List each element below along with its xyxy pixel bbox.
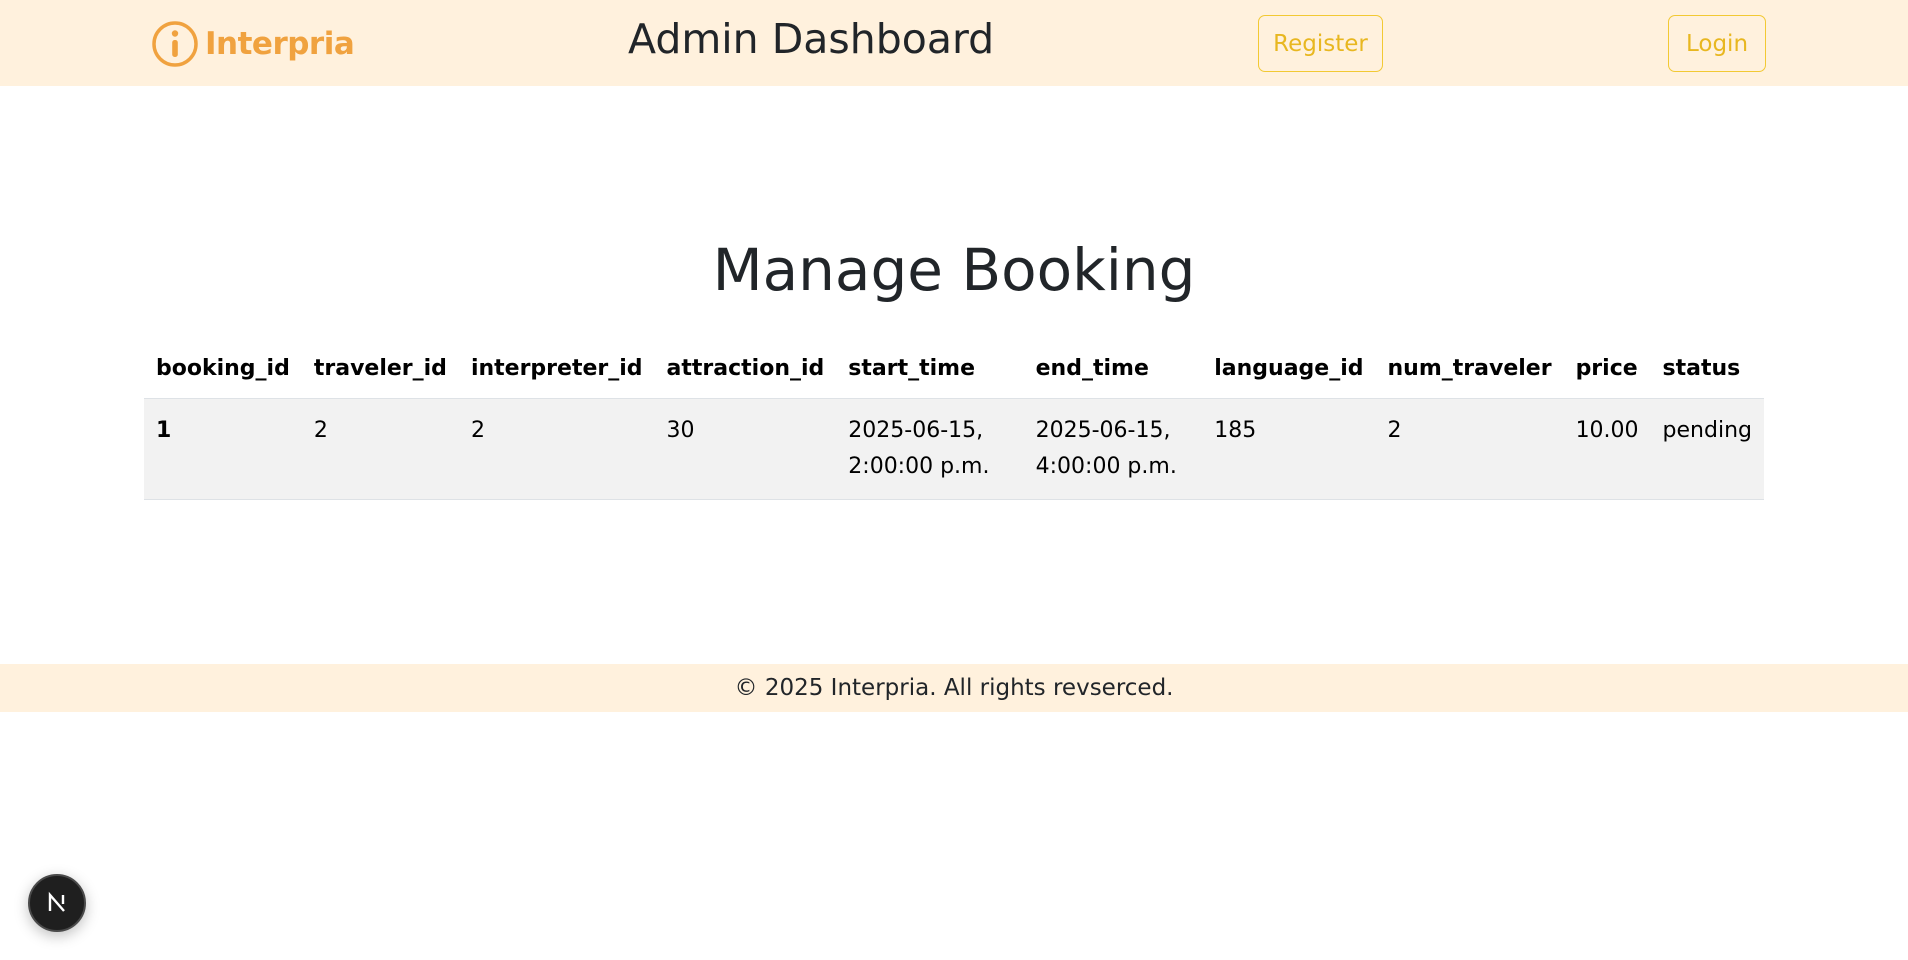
start-time-cell: 2025-06-15, 2:00:00 p.m.	[836, 398, 1024, 500]
site-header: Interpria Admin Dashboard Register Login	[0, 0, 1908, 86]
language-id-cell: 185	[1202, 398, 1376, 500]
traveler-id-cell: 2	[301, 398, 459, 500]
num-traveler-cell: 2	[1375, 398, 1564, 500]
nextjs-dev-indicator[interactable]	[28, 874, 86, 932]
register-button[interactable]: Register	[1258, 15, 1383, 72]
column-header: language_id	[1202, 340, 1376, 399]
column-header: start_time	[836, 340, 1024, 399]
price-cell: 10.00	[1563, 398, 1651, 500]
column-header: num_traveler	[1375, 340, 1564, 399]
interpreter-id-cell: 2	[458, 398, 655, 500]
column-header: end_time	[1023, 340, 1203, 399]
column-header: interpreter_id	[458, 340, 655, 399]
column-header: price	[1563, 340, 1651, 399]
copyright-text: © 2025 Interpria. All rights revserced.	[734, 675, 1174, 701]
brand-name: Interpria	[205, 26, 355, 62]
page-title: Manage Booking	[712, 236, 1196, 304]
nextjs-logo-icon	[48, 891, 65, 912]
table-header-row: booking_id traveler_id interpreter_id at…	[144, 340, 1764, 399]
status-cell: pending	[1650, 398, 1764, 500]
column-header: status	[1650, 340, 1764, 399]
table-row: 1 2 2 30 2025-06-15, 2:00:00 p.m. 2025-0…	[144, 398, 1764, 500]
column-header: traveler_id	[301, 340, 459, 399]
bookings-table: booking_id traveler_id interpreter_id at…	[144, 340, 1764, 500]
header-title: Admin Dashboard	[628, 15, 995, 63]
attraction-id-cell: 30	[654, 398, 837, 500]
site-footer: © 2025 Interpria. All rights revserced.	[0, 664, 1908, 712]
column-header: attraction_id	[654, 340, 837, 399]
column-header: booking_id	[144, 340, 302, 399]
login-button[interactable]: Login	[1668, 15, 1766, 72]
booking-id-cell: 1	[144, 398, 302, 500]
end-time-cell: 2025-06-15, 4:00:00 p.m.	[1023, 398, 1203, 500]
info-circle-icon	[152, 21, 198, 67]
brand-logo[interactable]: Interpria	[151, 20, 355, 68]
